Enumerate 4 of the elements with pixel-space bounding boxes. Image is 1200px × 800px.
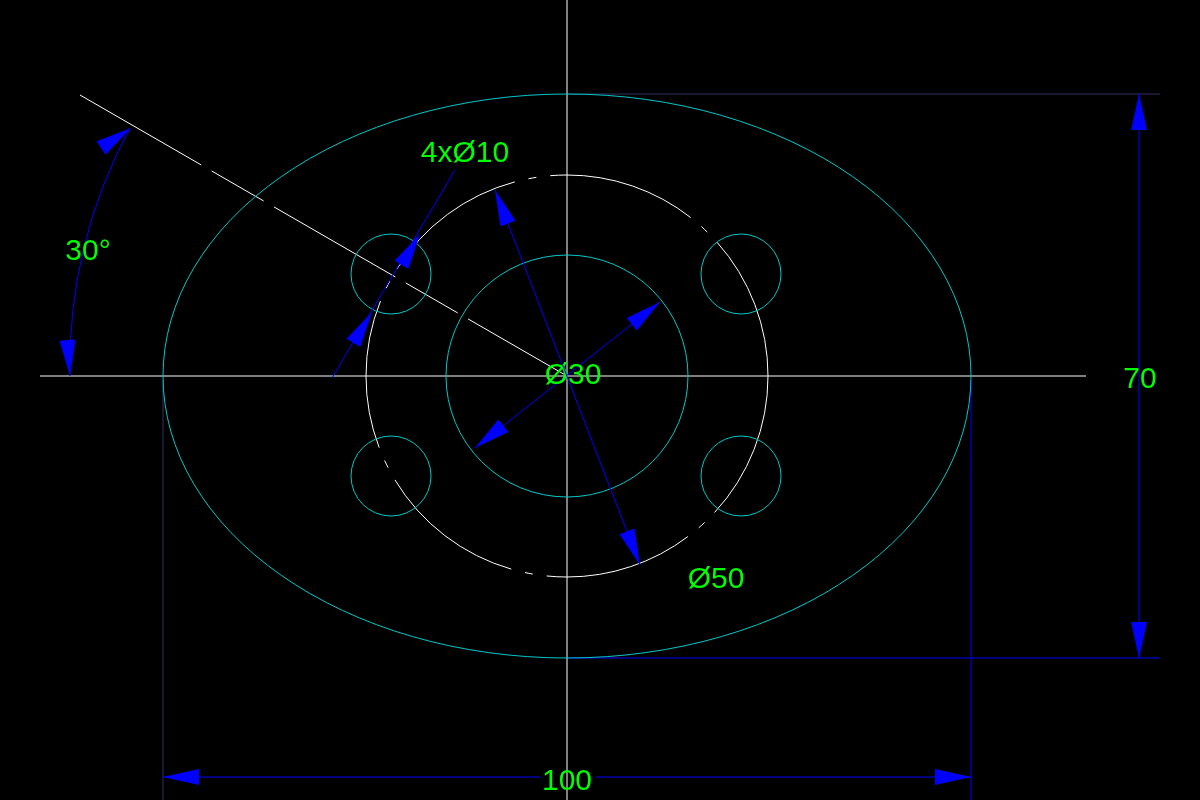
dimension-text: 4xØ10 — [420, 135, 510, 168]
dimension-text: Ø50 — [687, 561, 745, 594]
dimension-text: 100 — [541, 763, 593, 796]
dimension-text: 70 — [1123, 361, 1157, 394]
